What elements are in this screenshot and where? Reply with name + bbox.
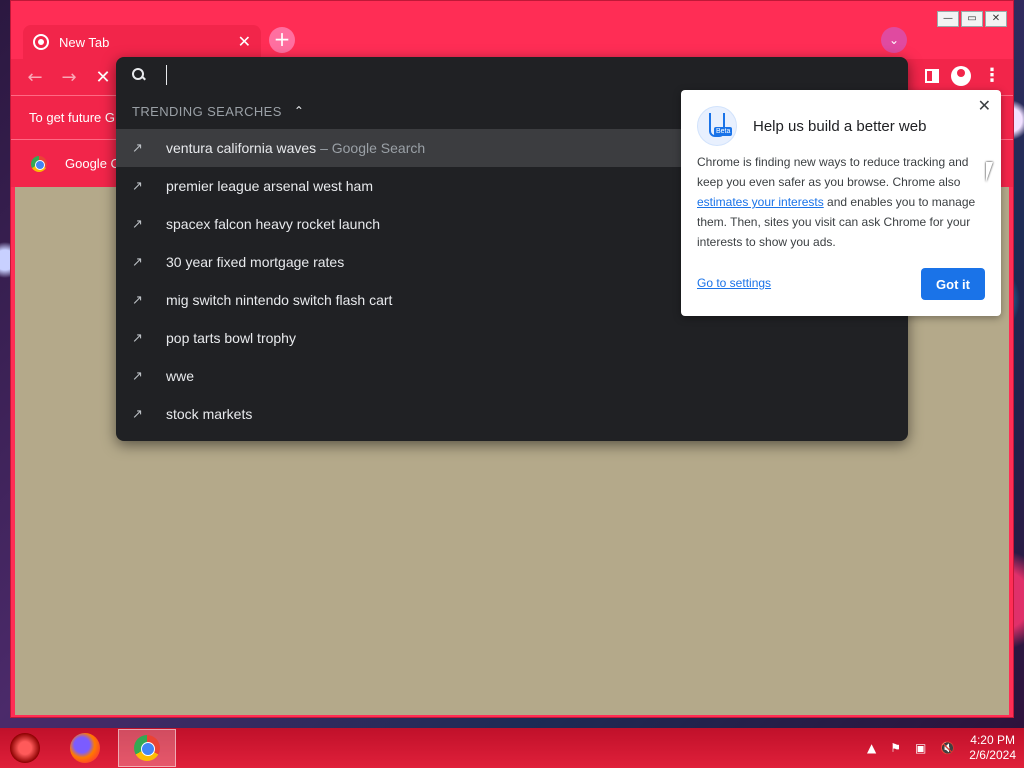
suggestion-row[interactable]: ↗ wwe <box>116 357 908 395</box>
trending-icon: ↗ <box>132 292 143 308</box>
suggestion-suffix: – Google Search <box>320 140 426 156</box>
trending-icon: ↗ <box>132 330 143 346</box>
infobar-text: To get future G <box>29 110 115 125</box>
start-button[interactable] <box>10 733 40 763</box>
trending-icon: ↗ <box>132 178 143 194</box>
chevron-up-icon[interactable]: ⌃ <box>294 104 304 118</box>
taskbar-chrome-button[interactable] <box>118 729 176 767</box>
tab-search-button[interactable]: ⌄ <box>881 27 907 53</box>
tab-title: New Tab <box>59 34 110 50</box>
beta-flask-icon: Beta <box>697 106 737 146</box>
omnibox-input[interactable] <box>166 65 666 85</box>
estimates-interests-link[interactable]: estimates your interests <box>697 195 824 209</box>
toolbar-right: ⋮ <box>925 65 1001 86</box>
profile-icon[interactable] <box>951 65 971 86</box>
suggestion-row[interactable]: ↗ pop tarts bowl trophy <box>116 319 908 357</box>
back-button[interactable]: ← <box>25 67 45 88</box>
go-to-settings-link[interactable]: Go to settings <box>697 276 771 290</box>
bubble-body: Chrome is finding new ways to reduce tra… <box>697 152 985 252</box>
suggestion-text: pop tarts bowl trophy <box>166 330 296 346</box>
new-tab-button[interactable]: + <box>269 27 295 53</box>
suggestion-text: ventura california waves <box>166 140 317 156</box>
clock-date: 2/6/2024 <box>969 748 1016 762</box>
suggestion-text: 30 year fixed mortgage rates <box>166 254 345 270</box>
trending-icon: ↗ <box>132 216 143 232</box>
show-hidden-icons-icon[interactable]: ▲ <box>867 741 876 755</box>
volume-muted-icon[interactable]: 🔇 <box>940 741 955 755</box>
trending-icon: ↗ <box>132 254 143 270</box>
firefox-icon[interactable] <box>70 733 100 763</box>
trending-icon: ↗ <box>132 368 143 384</box>
suggestion-text: mig switch nintendo switch flash cart <box>166 292 393 308</box>
tab-close-icon[interactable]: ✕ <box>238 32 251 52</box>
stop-loading-button[interactable]: ✕ <box>93 67 113 88</box>
taskbar: ▲ ⚑ ▣ 🔇 4:20 PM 2/6/2024 <box>0 728 1024 768</box>
privacy-sandbox-bubble: ✕ Beta Help us build a better web Chrome… <box>681 90 1001 316</box>
close-icon[interactable]: ✕ <box>978 96 991 115</box>
chrome-icon <box>31 155 47 172</box>
network-icon[interactable]: ▣ <box>915 741 926 755</box>
clock-time: 4:20 PM <box>970 733 1015 747</box>
suggestion-text: spacex falcon heavy rocket launch <box>166 216 381 232</box>
search-icon <box>132 68 146 82</box>
suggestion-text: stock markets <box>166 406 253 422</box>
got-it-button[interactable]: Got it <box>921 268 985 300</box>
action-center-flag-icon[interactable]: ⚑ <box>890 741 901 755</box>
suggestion-text: wwe <box>166 368 195 384</box>
trending-icon: ↗ <box>132 406 143 422</box>
bookmark-item[interactable]: Google C <box>65 156 120 171</box>
bubble-title: Help us build a better web <box>753 118 927 135</box>
system-tray: ▲ ⚑ ▣ 🔇 4:20 PM 2/6/2024 <box>867 728 1016 768</box>
trending-icon: ↗ <box>132 140 143 156</box>
beta-badge: Beta <box>714 127 733 136</box>
side-panel-icon[interactable] <box>925 68 939 83</box>
chrome-icon <box>134 735 160 761</box>
new-tab-favicon-icon <box>33 34 49 50</box>
mouse-cursor-icon <box>986 162 993 182</box>
omnibox-input-row <box>116 57 908 93</box>
forward-button[interactable]: → <box>59 67 79 88</box>
clock[interactable]: 4:20 PM 2/6/2024 <box>969 733 1016 763</box>
menu-icon[interactable]: ⋮ <box>983 65 1001 86</box>
tab-new-tab[interactable]: New Tab ✕ <box>23 25 261 59</box>
tab-strip: New Tab ✕ + ⌄ <box>11 21 1013 59</box>
trending-searches-label: TRENDING SEARCHES <box>132 103 282 119</box>
bubble-body-text-1: Chrome is finding new ways to reduce tra… <box>697 155 969 189</box>
suggestion-row[interactable]: ↗ stock markets <box>116 395 908 433</box>
suggestion-text: premier league arsenal west ham <box>166 178 373 194</box>
